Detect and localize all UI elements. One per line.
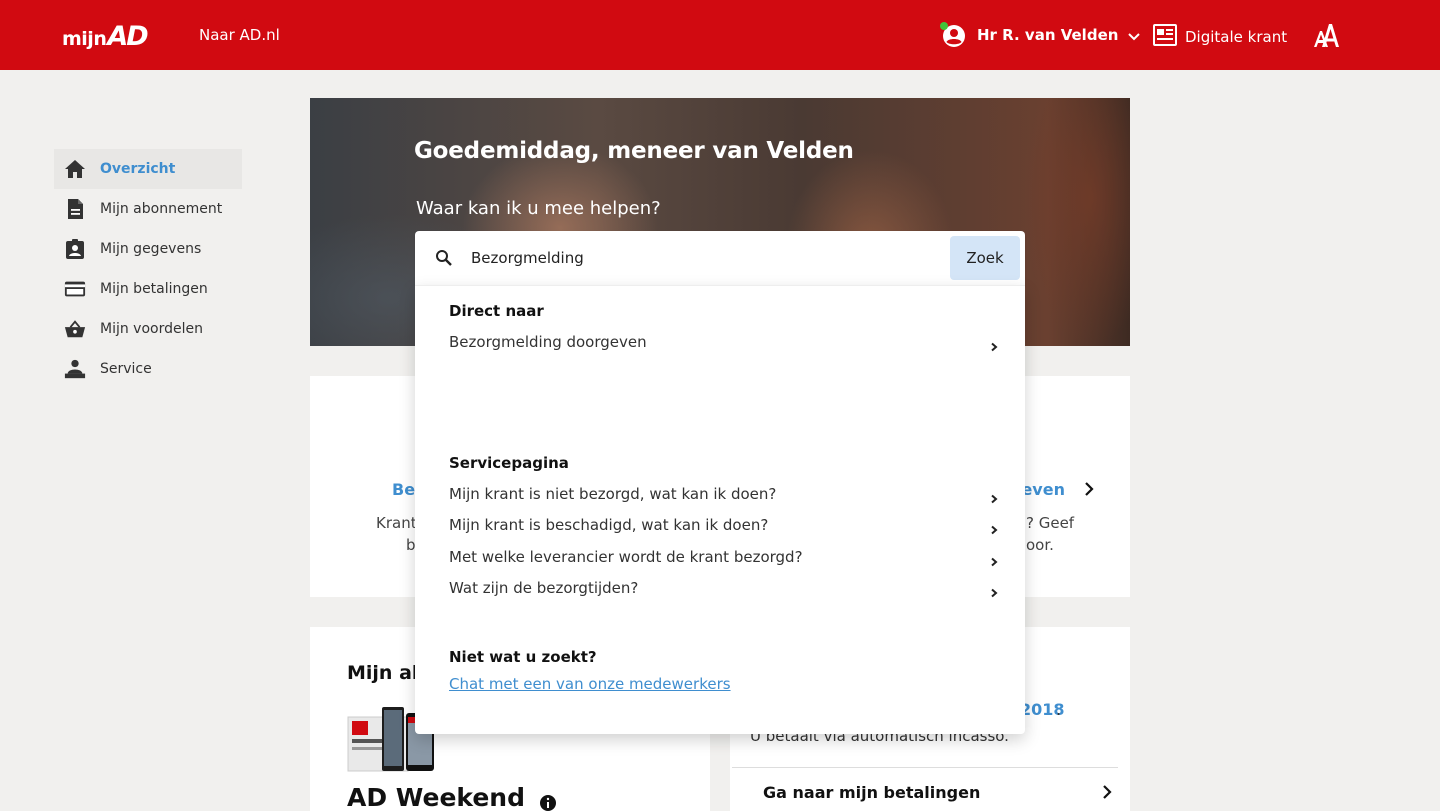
service-item-label: Met welke leverancier wordt de krant bez… bbox=[449, 548, 803, 566]
chevron-right-icon bbox=[989, 520, 999, 535]
sidebar-item-label: Mijn voordelen bbox=[100, 321, 203, 337]
search-suggestions-dropdown: Direct naar Bezorgmelding doorgeven Serv… bbox=[415, 285, 1025, 734]
sidebar-item-label: Mijn abonnement bbox=[100, 201, 223, 217]
chevron-right-icon bbox=[1082, 481, 1096, 497]
chevron-right-icon bbox=[989, 552, 999, 567]
greeting-title: Goedemiddag, meneer van Velden bbox=[414, 138, 854, 164]
direct-heading: Direct naar bbox=[449, 302, 544, 320]
service-item-label: Mijn krant is beschadigd, wat kan ik doe… bbox=[449, 516, 769, 534]
sidebar-item-label: Service bbox=[100, 361, 152, 377]
sidebar-item-label: Overzicht bbox=[100, 161, 176, 177]
user-avatar-icon bbox=[940, 22, 966, 48]
digitale-krant-label: Digitale krant bbox=[1185, 28, 1288, 46]
help-subtitle: Waar kan ik u mee helpen? bbox=[416, 198, 661, 219]
quick-action-text-right: oor. bbox=[1026, 536, 1054, 554]
mijn-ad-logo[interactable]: mijn AD bbox=[62, 18, 149, 52]
service-item[interactable]: Wat zijn de bezorgtijden? bbox=[449, 576, 999, 600]
home-icon bbox=[64, 158, 86, 180]
subscription-name-label: AD Weekend bbox=[347, 783, 526, 811]
sidebar-item-label: Mijn betalingen bbox=[100, 281, 208, 297]
search-button[interactable]: Zoek bbox=[950, 236, 1020, 280]
naar-ad-link[interactable]: Naar AD.nl bbox=[199, 26, 280, 44]
search-bar: Zoek bbox=[415, 231, 1025, 285]
sidebar-item-mijn-abonnement[interactable]: Mijn abonnement bbox=[54, 189, 242, 229]
font-size-icon[interactable] bbox=[1313, 22, 1341, 48]
sidebar-item-overzicht[interactable]: Overzicht bbox=[54, 149, 242, 189]
logo-ad: AD bbox=[107, 21, 148, 52]
search-icon bbox=[435, 249, 453, 267]
credit-card-icon bbox=[64, 278, 86, 300]
quick-action-text-left: Krant bbox=[376, 514, 417, 532]
payment-date-dot: . bbox=[1056, 700, 1062, 719]
chat-link[interactable]: Chat met een van onze medewerkers bbox=[449, 675, 731, 693]
not-found-heading: Niet wat u zoekt? bbox=[449, 648, 597, 666]
subscription-heading: Mijn ab bbox=[347, 662, 426, 684]
goto-payments-link[interactable]: Ga naar mijn betalingen bbox=[763, 783, 980, 802]
document-icon bbox=[64, 198, 86, 220]
sidebar-item-mijn-voordelen[interactable]: Mijn voordelen bbox=[54, 309, 242, 349]
digitale-krant-link[interactable]: Digitale krant bbox=[1153, 24, 1287, 50]
sidebar-item-mijn-betalingen[interactable]: Mijn betalingen bbox=[54, 269, 242, 309]
service-item[interactable]: Mijn krant is niet bezorgd, wat kan ik d… bbox=[449, 482, 999, 506]
sidebar-nav: Overzicht Mijn abonnement Mijn gegevens … bbox=[54, 149, 242, 389]
service-item-label: Mijn krant is niet bezorgd, wat kan ik d… bbox=[449, 485, 777, 503]
sidebar-item-service[interactable]: Service bbox=[54, 349, 242, 389]
chevron-right-icon bbox=[989, 489, 999, 504]
chevron-right-icon bbox=[1100, 784, 1114, 800]
basket-icon bbox=[64, 318, 86, 340]
top-bar: mijn AD Naar AD.nl Hr R. van Velden Digi… bbox=[0, 0, 1440, 70]
service-item[interactable]: Mijn krant is beschadigd, wat kan ik doe… bbox=[449, 513, 999, 537]
subscription-name: AD Weekend bbox=[347, 783, 557, 811]
service-item-label: Wat zijn de bezorgtijden? bbox=[449, 579, 639, 597]
sidebar-item-mijn-gegevens[interactable]: Mijn gegevens bbox=[54, 229, 242, 269]
chevron-right-icon bbox=[989, 583, 999, 598]
logo-mijn: mijn bbox=[62, 28, 107, 50]
chevron-right-icon bbox=[989, 337, 999, 352]
user-name: Hr R. van Velden bbox=[977, 26, 1119, 44]
contact-badge-icon bbox=[64, 238, 86, 260]
quick-action-text-right: ? Geef bbox=[1026, 514, 1075, 532]
info-icon[interactable] bbox=[539, 789, 557, 811]
newspaper-icon bbox=[1153, 24, 1177, 50]
sidebar-item-label: Mijn gegevens bbox=[100, 241, 202, 257]
suggestion-item[interactable]: Bezorgmelding doorgeven bbox=[449, 330, 999, 354]
servicepagina-heading: Servicepagina bbox=[449, 454, 569, 472]
search-input[interactable] bbox=[471, 245, 941, 271]
service-desk-icon bbox=[64, 358, 86, 380]
divider bbox=[732, 767, 1118, 768]
suggestion-label: Bezorgmelding doorgeven bbox=[449, 333, 647, 351]
user-menu[interactable]: Hr R. van Velden bbox=[940, 22, 1141, 48]
chevron-down-icon bbox=[1127, 28, 1141, 42]
service-item[interactable]: Met welke leverancier wordt de krant bez… bbox=[449, 545, 999, 569]
